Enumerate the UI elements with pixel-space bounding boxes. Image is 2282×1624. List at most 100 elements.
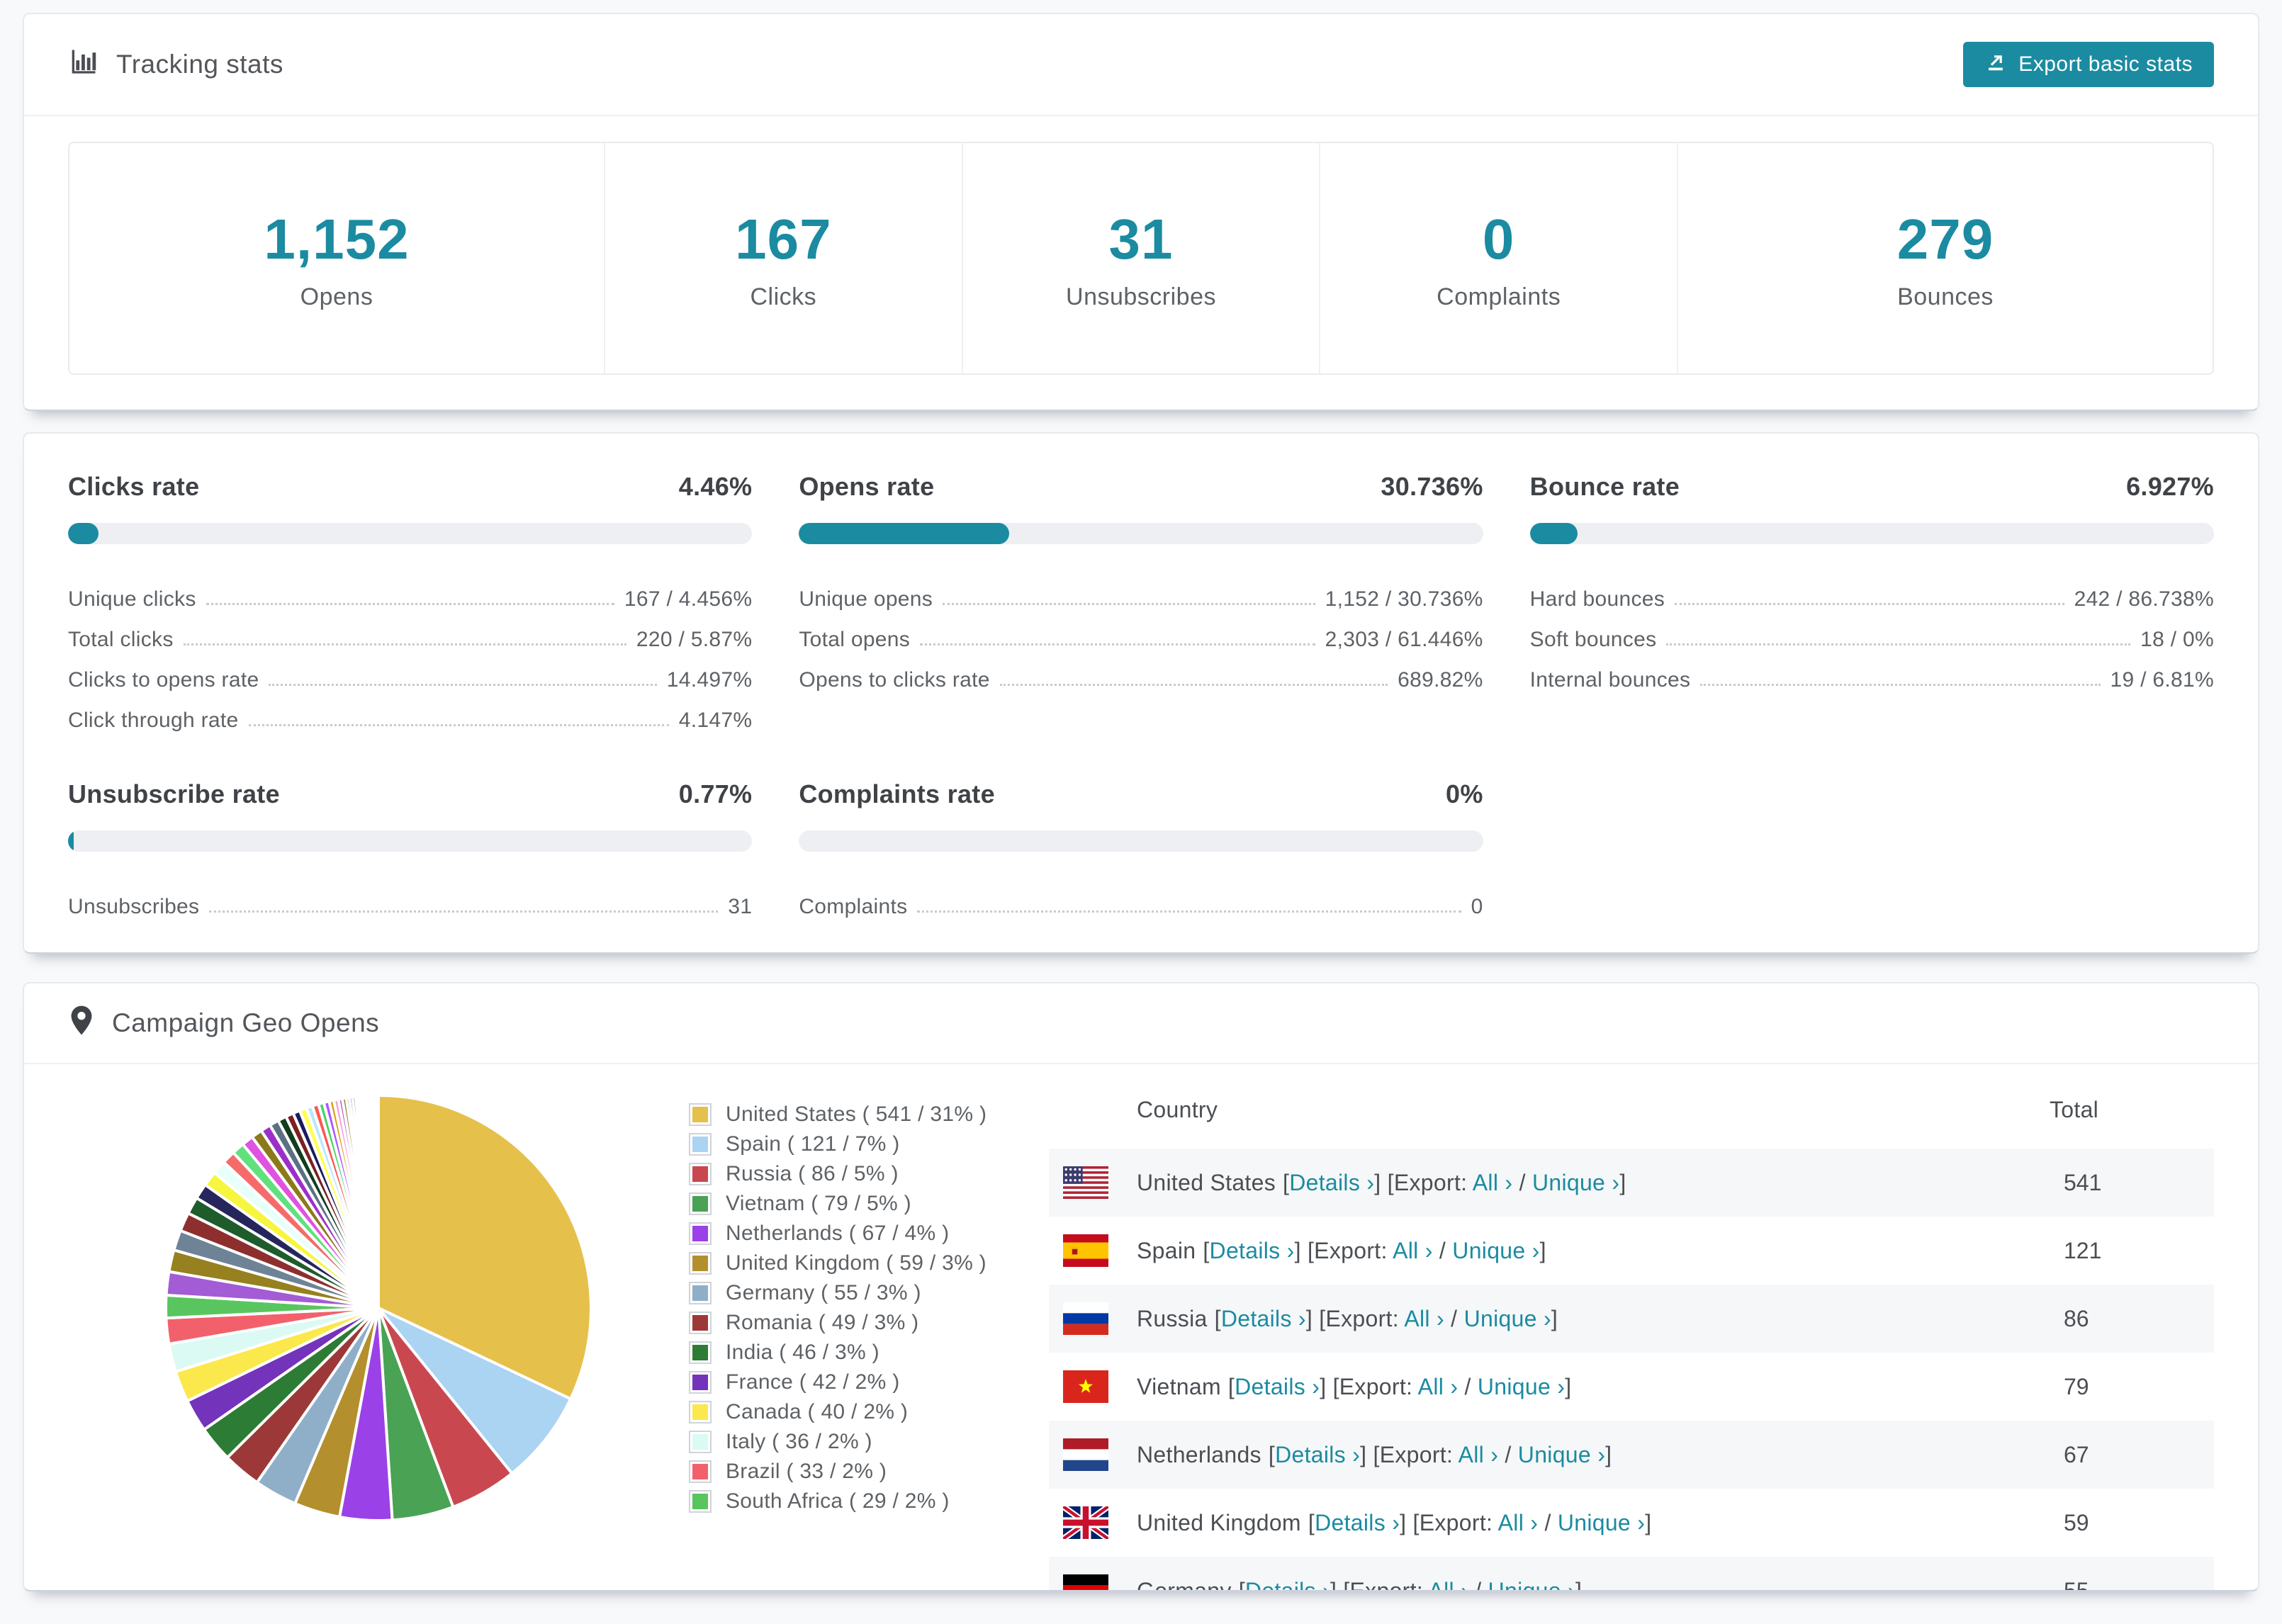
rate-row-hard-bounces: Hard bounces 242 / 86.738% xyxy=(1530,571,2214,611)
geo-table-row-united-kingdom: United Kingdom [Details ›] [Export: All ›… xyxy=(1049,1489,2214,1557)
page-title: Tracking stats xyxy=(116,50,283,79)
bracket: [ xyxy=(1268,1441,1276,1467)
rate-panel-bounce-rate: Bounce rate 6.927% Hard bounces 242 / 86.73… xyxy=(1529,472,2214,733)
geo-total-cell: 79 xyxy=(2064,1373,2089,1399)
legend-swatch-italy xyxy=(689,1431,712,1453)
geo-pie-wrap xyxy=(68,1064,689,1531)
rate-row-value: 4.147% xyxy=(678,709,753,732)
rate-progress-fill xyxy=(68,523,99,544)
geo-table-body: United States [Details ›] [Export: All › … xyxy=(1049,1149,2214,1591)
bracket: ] xyxy=(1539,1237,1546,1263)
geo-table-row-russia: Russia [Details ›] [Export: All › / Uniqu… xyxy=(1049,1285,2214,1353)
details-link[interactable]: Details › xyxy=(1289,1170,1374,1195)
rate-row-value: 31 xyxy=(728,895,753,918)
bracket: ] xyxy=(1619,1169,1626,1195)
details-link[interactable]: Details › xyxy=(1315,1510,1400,1535)
legend-swatch-united-states xyxy=(689,1103,712,1126)
bracket: ] [Export: xyxy=(1305,1305,1405,1331)
geo-total-cell: 67 xyxy=(2064,1441,2089,1467)
rate-row-value: 242 / 86.738% xyxy=(2074,587,2214,611)
export-all-link[interactable]: All › xyxy=(1404,1306,1444,1331)
bracket: ] xyxy=(1575,1577,1583,1591)
dotted-leader xyxy=(248,724,669,726)
geo-total-cell: 86 xyxy=(2064,1305,2089,1331)
rate-title: Bounce rate xyxy=(1529,472,1680,501)
export-unique-link[interactable]: Unique › xyxy=(1464,1306,1551,1331)
geo-header: Campaign Geo Opens xyxy=(24,983,2258,1064)
rate-progress-track xyxy=(799,523,1483,544)
legend-swatch-netherlands xyxy=(689,1222,712,1245)
summary-stat-unsubscribes: 31 Unsubscribes xyxy=(961,143,1320,373)
flag-vn-icon xyxy=(1063,1370,1108,1403)
rate-head-opens-rate: Opens rate 30.736% xyxy=(799,472,1483,502)
bracket: ] xyxy=(1551,1305,1558,1331)
rate-row-label: Total opens xyxy=(799,628,911,651)
dotted-leader xyxy=(999,684,1388,686)
legend-item-germany: Germany ( 55 / 3% ) xyxy=(689,1278,1023,1308)
stat-value-opens: 1,152 xyxy=(264,208,410,271)
legend-swatch-color xyxy=(692,1345,708,1360)
rate-row-value: 2,303 / 61.446% xyxy=(1325,628,1483,651)
dotted-leader xyxy=(269,684,657,686)
export-basic-stats-button[interactable]: Export basic stats xyxy=(1963,42,2214,87)
rate-head-clicks-rate: Clicks rate 4.46% xyxy=(68,472,752,502)
details-link[interactable]: Details › xyxy=(1245,1578,1330,1591)
rate-row-label: Complaints xyxy=(799,895,908,918)
stat-label-unsubscribes: Unsubscribes xyxy=(1066,283,1216,310)
rate-row-value: 14.497% xyxy=(666,668,753,692)
rate-progress-track xyxy=(68,523,753,544)
export-unique-link[interactable]: Unique › xyxy=(1518,1442,1605,1467)
country-name: Spain xyxy=(1137,1237,1196,1263)
geo-table-header-country: Country xyxy=(1137,1097,1218,1122)
rate-row-unique-clicks: Unique clicks 167 / 4.456% xyxy=(68,571,752,611)
rate-row-complaints: Complaints 0 xyxy=(799,879,1483,919)
rate-row-label: Unique opens xyxy=(799,587,933,611)
rate-row-label: Opens to clicks rate xyxy=(799,668,990,692)
bracket: [ xyxy=(1283,1169,1290,1195)
rate-row-value: 220 / 5.87% xyxy=(636,628,753,651)
country-name: United States xyxy=(1137,1169,1276,1195)
export-unique-link[interactable]: Unique › xyxy=(1558,1510,1645,1535)
details-link[interactable]: Details › xyxy=(1275,1442,1360,1467)
export-all-link[interactable]: All › xyxy=(1418,1374,1458,1399)
details-link[interactable]: Details › xyxy=(1210,1238,1295,1263)
tracking-stats-header: Tracking stats Export basic stats xyxy=(24,14,2258,116)
rate-row-internal-bounces: Internal bounces 19 / 6.81% xyxy=(1530,652,2214,692)
legend-item-south-africa: South Africa ( 29 / 2% ) xyxy=(689,1487,1023,1516)
flag-es-icon xyxy=(1063,1234,1108,1267)
bracket: ] xyxy=(1645,1509,1652,1535)
slash: / xyxy=(1432,1237,1453,1263)
legend-swatch-india xyxy=(689,1341,712,1364)
export-unique-link[interactable]: Unique › xyxy=(1478,1374,1565,1399)
export-unique-link[interactable]: Unique › xyxy=(1488,1578,1575,1591)
export-all-link[interactable]: All › xyxy=(1428,1578,1468,1591)
legend-swatch-color xyxy=(692,1196,708,1212)
dotted-leader xyxy=(1700,684,2101,686)
rate-row-label: Soft bounces xyxy=(1529,628,1657,651)
rate-row-opens-to-clicks-rate: Opens to clicks rate 689.82% xyxy=(799,652,1483,692)
details-link[interactable]: Details › xyxy=(1235,1374,1320,1399)
slash: / xyxy=(1538,1509,1558,1535)
bracket: ] [Export: xyxy=(1400,1509,1498,1535)
export-all-link[interactable]: All › xyxy=(1393,1238,1433,1263)
geo-title-wrap: Campaign Geo Opens xyxy=(68,1005,379,1042)
dotted-leader xyxy=(1666,643,2131,645)
details-link[interactable]: Details › xyxy=(1221,1306,1306,1331)
legend-label: India ( 46 / 3% ) xyxy=(726,1341,879,1364)
export-all-link[interactable]: All › xyxy=(1473,1170,1513,1195)
legend-swatch-spain xyxy=(689,1133,712,1156)
rate-row-label: Click through rate xyxy=(68,709,239,732)
legend-swatch-vietnam xyxy=(689,1192,712,1215)
export-all-link[interactable]: All › xyxy=(1498,1510,1539,1535)
export-all-link[interactable]: All › xyxy=(1458,1442,1499,1467)
bracket: [ xyxy=(1227,1373,1235,1399)
export-unique-link[interactable]: Unique › xyxy=(1532,1170,1619,1195)
summary-stat-clicks: 167 Clicks xyxy=(604,143,962,373)
rate-rows: Complaints 0 xyxy=(799,879,1483,919)
export-unique-link[interactable]: Unique › xyxy=(1452,1238,1539,1263)
flag-us-icon xyxy=(1063,1166,1108,1199)
legend-label: Germany ( 55 / 3% ) xyxy=(726,1281,921,1304)
tracking-stats-title: Tracking stats xyxy=(68,46,283,84)
rate-rows: Unique clicks 167 / 4.456% Total clicks 220… xyxy=(68,571,752,733)
geo-total-cell: 541 xyxy=(2064,1169,2102,1195)
